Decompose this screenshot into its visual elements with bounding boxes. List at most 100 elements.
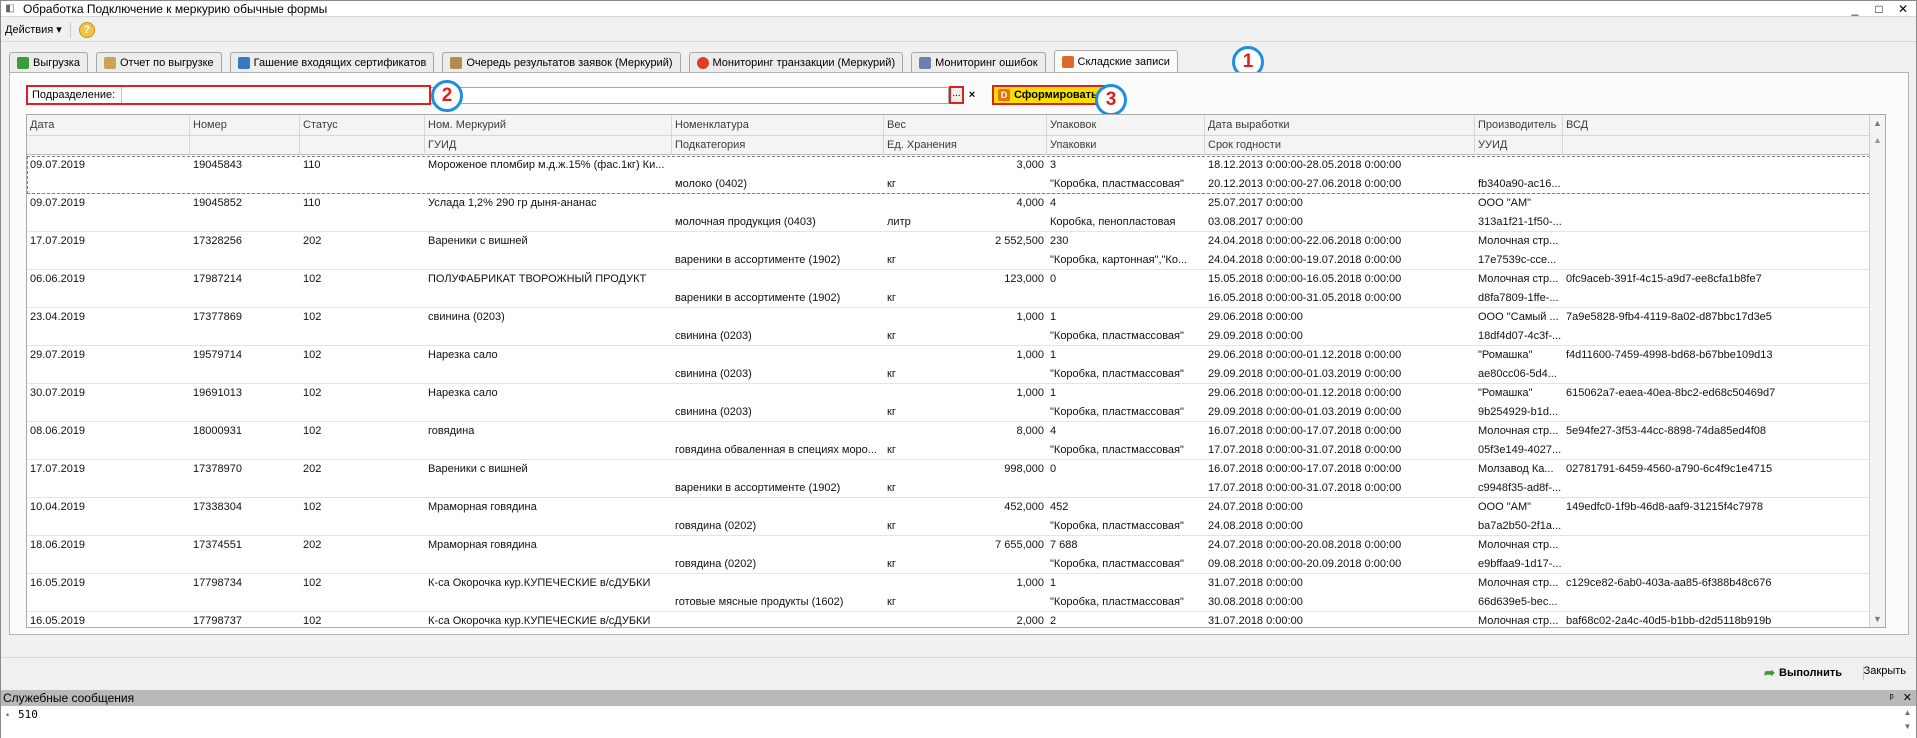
table-row[interactable]: 16.05.2019 17798737 102 К-са Окорочка кур.К… (27, 612, 1870, 627)
table-row[interactable]: 29.07.2019 19579714 102 Нарезка сало свинина… (27, 346, 1870, 384)
cell-guid (425, 555, 672, 574)
cell-producer (1475, 156, 1563, 175)
column-header-proddate[interactable]: Дата выработки (1205, 115, 1475, 135)
help-icon[interactable]: ? (78, 21, 95, 38)
run-button[interactable]: ➦ Выполнить (1764, 665, 1842, 681)
scroll-up-icon[interactable]: ▲ (1901, 706, 1914, 720)
scroll-down-icon[interactable]: ▼ (1901, 720, 1914, 734)
scroll-down-icon[interactable]: ▼ (1870, 611, 1885, 627)
column-header-merc[interactable]: Ном. Меркурий (425, 115, 672, 135)
cell-number: 17374551 (193, 539, 242, 551)
report-icon: D (998, 89, 1010, 101)
window-title: Обработка Подключение к меркурию обычные… (23, 1, 328, 16)
tab-incoming-certificates[interactable]: Гашение входящих сертификатов (229, 52, 435, 72)
column-header-vsd-sub[interactable] (1563, 135, 1870, 155)
column-header-number[interactable]: Номер (190, 115, 300, 135)
cell-date: 17.07.2019 (30, 235, 86, 247)
cell-mercury-name: Нарезка сало (428, 349, 498, 361)
department-input[interactable] (431, 87, 949, 104)
column-header-producer[interactable]: Производитель (1475, 115, 1563, 135)
select-department-button[interactable]: ... (949, 86, 964, 104)
cell-guid (425, 403, 672, 422)
column-header-number-sub[interactable] (190, 135, 300, 155)
tab-upload[interactable]: Выгрузка (9, 52, 88, 72)
tab-label: Отчет по выгрузке (119, 56, 214, 69)
vertical-scrollbar[interactable]: ▲ ▲ ▼ (1869, 115, 1885, 627)
close-window-button[interactable]: ✕ (1896, 1, 1910, 17)
cell-producer: ООО "АМ" (1478, 501, 1532, 513)
cell-weight: 7 655,000 (995, 539, 1044, 551)
cell-guid (425, 517, 672, 536)
table-body: 09.07.2019 19045843 110 Мороженое пломбир м… (27, 156, 1870, 627)
cell-date: 30.07.2019 (30, 387, 86, 399)
column-header-proddate-sub[interactable]: Срок годности (1205, 135, 1475, 155)
column-header-weight-sub[interactable]: Ед. Хранения (884, 135, 1047, 155)
table-row[interactable]: 16.05.2019 17798734 102 К-са Окорочка кур.К… (27, 574, 1870, 612)
cell-subcategory: говядина (0202) (675, 520, 757, 532)
table-row[interactable]: 09.07.2019 19045843 110 Мороженое пломбир м… (27, 156, 1870, 194)
cell-status: 102 (303, 387, 322, 399)
table-row[interactable]: 30.07.2019 19691013 102 Нарезка сало свинина… (27, 384, 1870, 422)
column-header-nomen-sub[interactable]: Подкатегория (672, 135, 884, 155)
column-header-producer-sub[interactable]: УУИД (1475, 135, 1563, 155)
tab-warehouse-records[interactable]: Складские записи (1053, 50, 1178, 72)
cell-date: 06.06.2019 (30, 273, 86, 285)
app-icon: ◧ (5, 2, 15, 14)
tab-transaction-monitoring[interactable]: Мониторинг транзакции (Меркурий) (688, 52, 904, 72)
table-row[interactable]: 08.06.2019 18000931 102 говядина говядина об… (27, 422, 1870, 460)
tab-request-queue[interactable]: Очередь результатов заявок (Меркурий) (442, 52, 681, 72)
cell-date: 09.07.2019 (30, 197, 86, 209)
table-row[interactable]: 18.06.2019 17374551 202 Мраморная говядина г… (27, 536, 1870, 574)
scroll-page-up-icon[interactable]: ▲ (1870, 132, 1885, 148)
close-icon[interactable]: ✕ (1903, 692, 1912, 704)
cell-nomenclature (672, 536, 884, 555)
actions-menu[interactable]: Действия ▾ (5, 23, 62, 36)
column-header-packs[interactable]: Упаковок (1047, 115, 1205, 135)
scroll-up-icon[interactable]: ▲ (1870, 115, 1885, 131)
cell-production-date: 31.07.2018 0:00:00 (1208, 577, 1303, 589)
service-message: 510 (18, 708, 38, 721)
maximize-button[interactable]: □ (1872, 1, 1886, 17)
minimize-button[interactable]: _ (1848, 1, 1862, 17)
cell-unit: кг (887, 558, 896, 570)
column-header-packs-sub[interactable]: Упаковки (1047, 135, 1205, 155)
table-row[interactable]: 10.04.2019 17338304 102 Мраморная говядина г… (27, 498, 1870, 536)
cell-producer: Молочная стр... (1478, 273, 1559, 285)
cell-weight: 4,000 (1016, 197, 1044, 209)
column-header-merc-sub[interactable]: ГУИД (425, 135, 672, 155)
cell-expiry: 30.08.2018 0:00:00 (1208, 596, 1303, 608)
cell-producer: Молочная стр... (1478, 577, 1559, 589)
cell-status: 102 (303, 273, 322, 285)
tab-error-monitoring[interactable]: Мониторинг ошибок (911, 52, 1046, 72)
tab-upload-report[interactable]: Отчет по выгрузке (95, 52, 222, 72)
table-row[interactable]: 09.07.2019 19045852 110 Услада 1,2% 290 гр … (27, 194, 1870, 232)
column-header-status[interactable]: Статус (300, 115, 425, 135)
column-header-vsd[interactable]: ВСД (1563, 115, 1870, 135)
cell-expiry: 29.09.2018 0:00:00-01.03.2019 0:00:00 (1208, 406, 1402, 418)
pin-icon[interactable]: ᵖ (1889, 692, 1893, 704)
table-row[interactable]: 17.07.2019 17328256 202 Вареники с вишней ва… (27, 232, 1870, 270)
cell-producer: Молзавод Ка... (1478, 463, 1554, 475)
main-window: ◧ Обработка Подключение к меркурию обычн… (0, 0, 1917, 738)
cell-number: 19045843 (193, 159, 242, 171)
cell-mercury-name: Услада 1,2% 290 гр дыня-ананас (428, 197, 597, 209)
service-scrollbar[interactable]: ▲ ▼ (1901, 706, 1914, 734)
column-header-status-sub[interactable] (300, 135, 425, 155)
table-row[interactable]: 06.06.2019 17987214 102 ПОЛУФАБРИКАТ ТВОРОЖ… (27, 270, 1870, 308)
cell-producer: Молочная стр... (1478, 235, 1559, 247)
cell-vsd (1563, 536, 1870, 555)
column-header-date-sub[interactable] (27, 135, 190, 155)
cell-uuid: 9b254929-b1d... (1478, 406, 1559, 418)
cell-status: 102 (303, 311, 322, 323)
cell-producer: Молочная стр... (1478, 615, 1559, 627)
column-header-date[interactable]: Дата (27, 115, 190, 135)
table-row[interactable]: 23.04.2019 17377869 102 свинина (0203) свини… (27, 308, 1870, 346)
clear-department-button[interactable]: × (966, 87, 978, 103)
column-header-weight[interactable]: Вес (884, 115, 1047, 135)
cell-vsd: baf68c02-2a4c-40d5-b1bb-d2d5118b919b (1566, 615, 1772, 627)
cell-uuid: 05f3e149-4027... (1478, 444, 1562, 456)
column-header-nomen[interactable]: Номенклатура (672, 115, 884, 135)
filter-row: Подразделение: ... × D Сформировать (26, 85, 1116, 105)
table-row[interactable]: 17.07.2019 17378970 202 Вареники с вишней ва… (27, 460, 1870, 498)
close-button[interactable]: Закрыть (1864, 665, 1906, 677)
